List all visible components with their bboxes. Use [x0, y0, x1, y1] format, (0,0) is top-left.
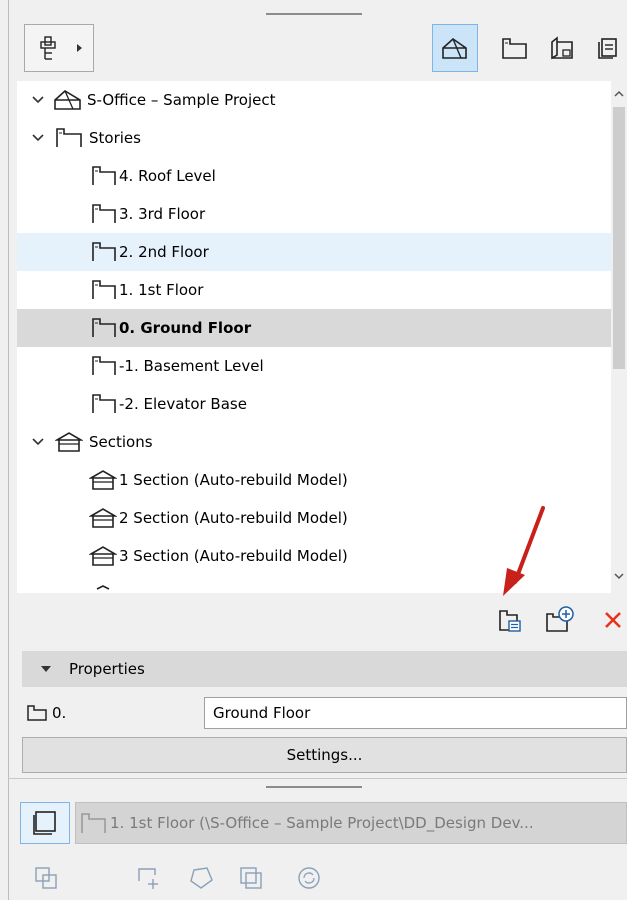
chevron-down-icon[interactable] [31, 131, 45, 145]
tree-item-story[interactable]: 4. Roof Level [17, 157, 611, 195]
project-map-button[interactable] [432, 24, 478, 72]
tree-node-project[interactable]: S-Office – Sample Project [17, 81, 611, 119]
source-view-path-text: 1. 1st Floor (\S-Office – Sample Project… [110, 814, 534, 832]
section-label: 2 Section (Auto-rebuild Model) [119, 509, 348, 527]
settings-button[interactable]: Settings... [22, 737, 627, 773]
story-icon [91, 241, 117, 263]
scroll-up-icon [614, 90, 624, 97]
annotation-arrow [503, 506, 545, 596]
project-house-icon [53, 89, 83, 111]
project-label: S-Office – Sample Project [87, 91, 276, 109]
story-label: 2. 2nd Floor [119, 243, 209, 261]
top-resize-grip[interactable] [266, 13, 362, 15]
properties-title: Properties [69, 660, 145, 678]
section-icon [89, 507, 117, 529]
story-icon [91, 317, 117, 339]
properties-header[interactable]: Properties [22, 651, 627, 687]
story-label: -1. Basement Level [119, 357, 264, 375]
tree-node-stories[interactable]: Stories [17, 119, 611, 157]
story-id-value: 0. [52, 704, 67, 722]
project-map-icon [442, 37, 467, 59]
sections-label: Sections [89, 433, 153, 451]
tree-item-story[interactable]: -1. Basement Level [17, 347, 611, 385]
navigator-mode-button[interactable] [24, 24, 94, 72]
tree-item-section[interactable]: 1 Section (Auto-rebuild Model) [17, 461, 611, 499]
refresh-icon [298, 867, 320, 889]
bottom-resize-grip[interactable] [266, 786, 362, 788]
section-icon [89, 469, 117, 491]
properties-id-row: 0. Ground Floor [22, 697, 627, 731]
source-view-path: 1. 1st Floor (\S-Office – Sample Project… [75, 802, 627, 844]
stories-icon [55, 127, 83, 149]
publisher-sets-icon [597, 38, 617, 59]
navigator-tree-icon [40, 36, 82, 60]
tree-item-story[interactable]: -2. Elevator Base [17, 385, 611, 423]
story-icon [81, 813, 106, 833]
divider [8, 778, 627, 779]
rotate-button[interactable] [185, 862, 217, 894]
story-icon [27, 705, 47, 721]
publisher-sets-button[interactable] [590, 24, 627, 72]
layout-book-icon [551, 36, 573, 60]
offset-button[interactable] [133, 862, 165, 894]
add-view-icon [546, 606, 574, 632]
tree-node-sections[interactable]: Sections [17, 423, 611, 461]
story-label: 0. Ground Floor [119, 319, 252, 337]
section-label: 1 Section (Auto-rebuild Model) [119, 471, 348, 489]
collapse-triangle-icon [41, 666, 51, 672]
drag-move-button[interactable] [30, 862, 62, 894]
story-label: 4. Roof Level [119, 167, 216, 185]
section-icon [89, 545, 117, 567]
view-settings-toggle[interactable] [20, 802, 70, 844]
story-icon [91, 165, 117, 187]
section-label: 3 Section (Auto-rebuild Model) [119, 547, 348, 565]
story-label: 3. 3rd Floor [119, 205, 206, 223]
scroll-down-icon [614, 573, 624, 580]
tree-item-story[interactable]: 3. 3rd Floor [17, 195, 611, 233]
view-map-icon [502, 38, 527, 59]
story-icon [91, 355, 117, 377]
rotate-icon [190, 867, 213, 889]
story-icon [91, 203, 117, 225]
chevron-down-icon[interactable] [31, 435, 45, 449]
layout-book-button[interactable] [540, 24, 586, 72]
story-name-field[interactable]: Ground Floor [204, 697, 627, 729]
sections-icon [55, 431, 83, 453]
delete-button[interactable] [598, 604, 627, 636]
partial-item-icon [89, 581, 117, 593]
add-view-button[interactable] [543, 604, 575, 636]
view-map-button[interactable] [492, 24, 538, 72]
scroll-thumb[interactable] [613, 107, 625, 369]
new-independent-view-button[interactable] [493, 604, 525, 636]
stories-label: Stories [89, 129, 141, 147]
story-icon [91, 279, 117, 301]
mirror-button[interactable] [235, 862, 267, 894]
story-icon [91, 393, 117, 415]
refresh-button[interactable] [293, 862, 325, 894]
tree-item-story[interactable]: 2. 2nd Floor [17, 233, 611, 271]
window-icon [33, 811, 56, 835]
tree-item-story-selected[interactable]: 0. Ground Floor [17, 309, 611, 347]
tree-scrollbar[interactable] [611, 81, 627, 593]
delete-icon [604, 612, 621, 628]
mirror-icon [240, 867, 262, 889]
move-icon [35, 867, 57, 889]
tree-item-story[interactable]: 1. 1st Floor [17, 271, 611, 309]
offset-icon [138, 868, 158, 889]
chevron-down-icon[interactable] [31, 93, 45, 107]
new-independent-view-icon [499, 610, 521, 632]
story-label: 1. 1st Floor [119, 281, 204, 299]
story-label: -2. Elevator Base [119, 395, 247, 413]
